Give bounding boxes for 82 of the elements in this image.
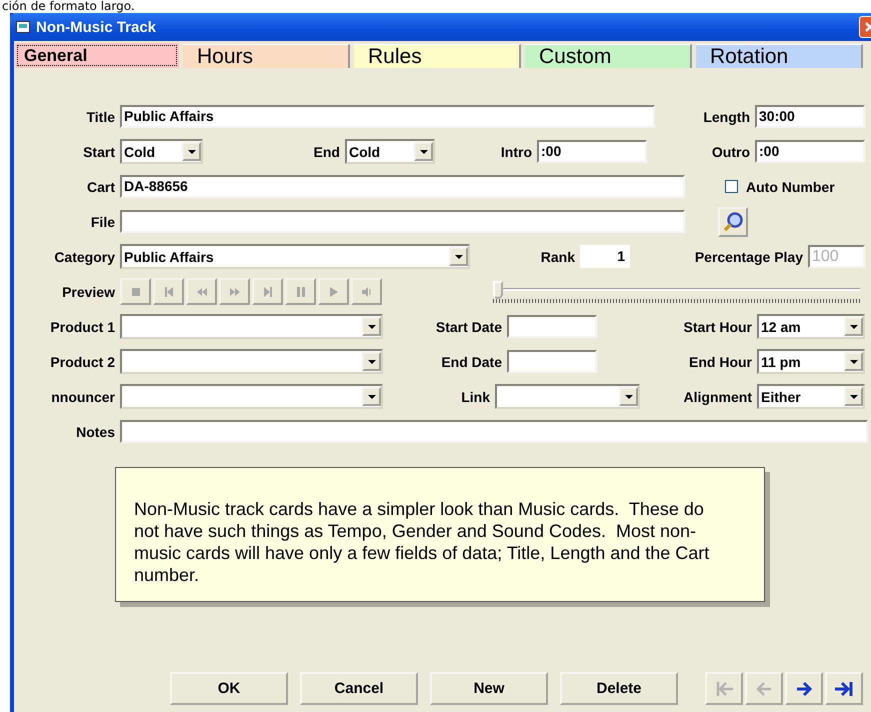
dropdown-button[interactable] [844, 387, 863, 406]
product-1-label: Product 1 [49, 318, 116, 334]
caret-icon [188, 150, 196, 154]
intro-field[interactable]: :00 [537, 140, 647, 163]
outro-label: Outro [710, 144, 751, 160]
title-field[interactable]: Public Affairs [120, 105, 655, 128]
notes-label: Notes [75, 424, 116, 440]
start-date-field[interactable] [507, 315, 597, 338]
caret-icon [850, 394, 858, 398]
tab[interactable]: Hours [183, 44, 350, 68]
tab[interactable]: Custom [525, 44, 692, 68]
dialog-button[interactable]: Cancel [300, 672, 418, 705]
product-2-label: Product 2 [49, 354, 116, 370]
tab[interactable]: Rules [354, 44, 521, 68]
dropdown-button[interactable] [844, 352, 863, 371]
dialog-button[interactable]: Delete [560, 672, 678, 705]
start-date-label: Start Date [434, 318, 503, 334]
rank-value: 1 [580, 245, 630, 268]
category-label: Category [53, 248, 116, 264]
start-hour-label: Start Hour [682, 318, 753, 334]
product-1-dropdown[interactable] [120, 314, 383, 339]
start-label: Start [82, 144, 116, 160]
caret-icon [368, 360, 376, 364]
dropdown-button[interactable] [362, 387, 381, 406]
end-date-field[interactable] [507, 350, 597, 373]
caret-icon [624, 394, 632, 398]
end-dropdown[interactable]: Cold [345, 139, 435, 164]
file-field[interactable] [120, 210, 685, 233]
start-hour-dropdown[interactable]: 12 am [757, 314, 865, 339]
navigation-button[interactable] [825, 672, 863, 705]
end-hour-label: End Hour [688, 354, 753, 370]
search-icon [722, 210, 744, 232]
dropdown-button[interactable] [449, 247, 468, 266]
cart-field[interactable]: DA-88656 [120, 175, 685, 198]
caret-icon [368, 394, 376, 398]
auto-number-checkbox[interactable] [725, 180, 738, 193]
tab[interactable]: Rotation [696, 44, 863, 68]
percentage-play-label: Percentage Play [694, 248, 804, 264]
intro-label: Intro [500, 144, 533, 160]
category-dropdown[interactable]: Public Affairs [120, 244, 470, 269]
dialog-button[interactable]: New [430, 672, 548, 705]
outro-field[interactable]: :00 [755, 140, 865, 163]
slider-thumb[interactable] [493, 280, 503, 298]
rank-label: Rank [540, 248, 576, 264]
dropdown-button[interactable] [619, 387, 638, 406]
dropdown-button[interactable] [844, 317, 863, 336]
caret-icon [850, 360, 858, 364]
start-dropdown[interactable]: Cold [120, 139, 203, 164]
link-label: Link [460, 388, 491, 404]
title-label: Title [85, 108, 116, 124]
dropdown-button[interactable] [182, 142, 201, 161]
end-hour-dropdown[interactable]: 11 pm [757, 349, 865, 374]
dropdown-button[interactable] [362, 352, 381, 371]
end-date-label: End Date [440, 354, 503, 370]
caret-icon [454, 254, 462, 258]
length-label: Length [702, 108, 751, 124]
notes-field[interactable] [120, 420, 868, 443]
product-2-dropdown[interactable] [120, 349, 383, 374]
link-dropdown[interactable] [495, 384, 640, 409]
auto-number-label: Auto Number [745, 178, 836, 194]
window-title: Non-Music Track [36, 18, 156, 36]
tab[interactable]: General [17, 45, 177, 66]
file-label: File [90, 214, 116, 230]
alignment-dropdown[interactable]: Either [757, 384, 865, 409]
dialog-button[interactable]: OK [170, 672, 288, 705]
cue-icon [360, 284, 374, 298]
dropdown-button[interactable] [414, 142, 433, 161]
caret-icon [850, 324, 858, 328]
dropdown-button[interactable] [362, 317, 381, 336]
caret-icon [420, 150, 428, 154]
caption-text: ción de formato largo. [1, 0, 136, 13]
browse-button[interactable] [718, 206, 748, 236]
navigation-button[interactable] [785, 672, 823, 705]
preview-label: Preview [61, 284, 116, 300]
cart-label: Cart [86, 178, 116, 194]
length-field[interactable]: 30:00 [755, 105, 865, 128]
caret-icon [368, 324, 376, 328]
alignment-label: Alignment [682, 388, 753, 404]
announcer-dropdown[interactable] [120, 384, 383, 409]
end-label: End [312, 144, 341, 160]
card-icon [16, 21, 30, 33]
announcer-label: nnouncer [50, 388, 116, 404]
